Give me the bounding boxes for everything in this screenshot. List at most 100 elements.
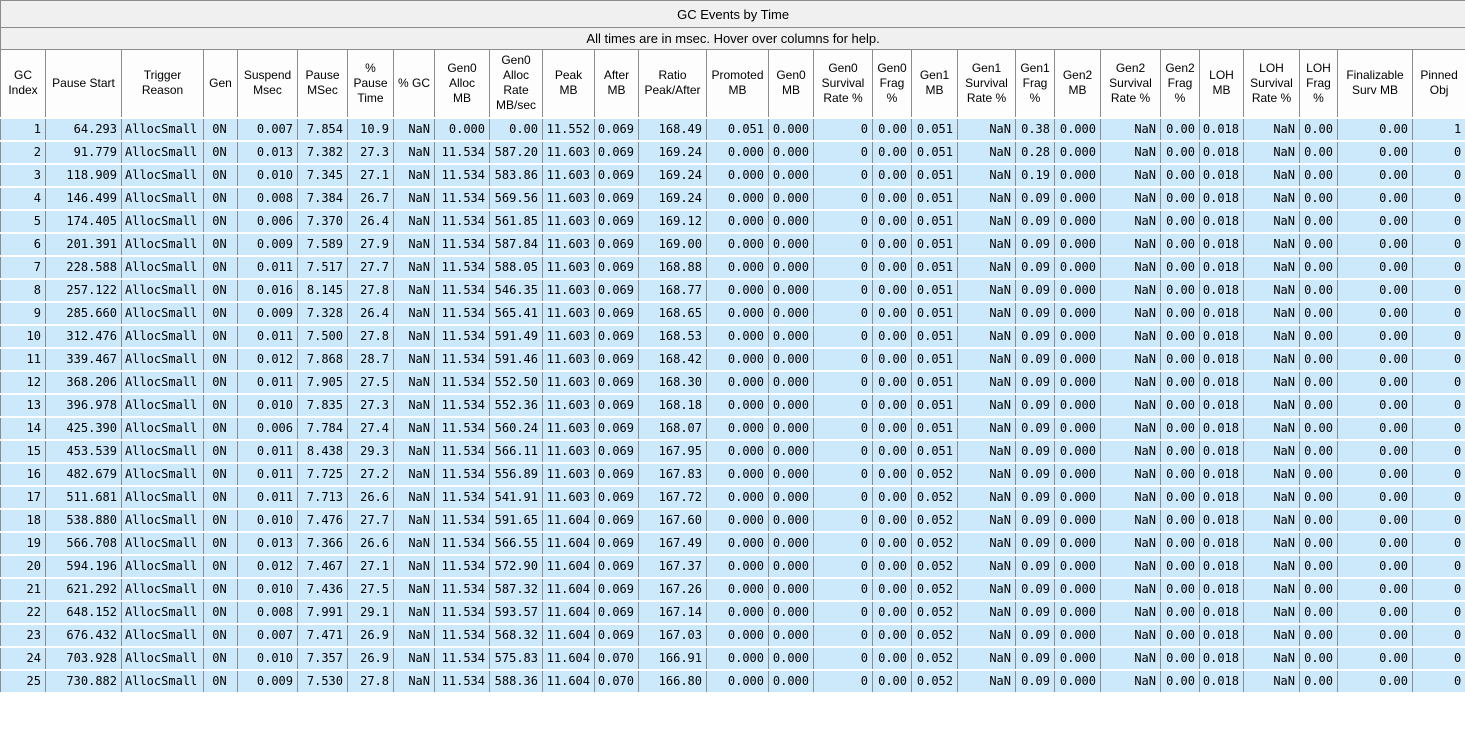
table-cell: NaN <box>393 599 435 624</box>
table-cell: 0.012 <box>237 346 298 371</box>
table-cell: NaN <box>957 116 1016 141</box>
table-cell: 23 <box>0 622 46 647</box>
table-cell: NaN <box>393 507 435 532</box>
table-cell: NaN <box>1243 116 1300 141</box>
table-cell: AllocSmall <box>121 300 204 325</box>
table-cell: 0.000 <box>1054 231 1101 256</box>
column-header: Trigger Reason <box>121 49 204 118</box>
table-cell: NaN <box>1100 530 1161 555</box>
table-cell: 7.784 <box>297 415 348 440</box>
table-cell: 0N <box>203 323 238 348</box>
table-cell: NaN <box>1100 231 1161 256</box>
table-row: 23 676.432 AllocSmall 0N 0.007 7.471 26.9 NaN 11… <box>0 622 1465 647</box>
table-cell: 0.00 <box>1160 185 1200 210</box>
table-cell: 0 <box>1411 300 1465 325</box>
table-cell: 0.051 <box>911 208 958 233</box>
table-cell: 0.051 <box>911 185 958 210</box>
table-cell: 0.018 <box>1199 300 1244 325</box>
table-cell: NaN <box>957 645 1016 670</box>
table-cell: 27.9 <box>347 231 394 256</box>
table-cell: 7.436 <box>297 576 348 601</box>
table-cell: 0.00 <box>1160 208 1200 233</box>
table-cell: 0.00 <box>1160 576 1200 601</box>
table-cell: 0.011 <box>237 438 298 463</box>
table-cell: 0.018 <box>1199 599 1244 624</box>
table-cell: 285.660 <box>45 300 122 325</box>
table-cell: AllocSmall <box>121 346 204 371</box>
table-cell: NaN <box>1100 208 1161 233</box>
table-cell: 27.7 <box>347 254 394 279</box>
table-cell: 561.85 <box>489 208 543 233</box>
table-cell: 7.589 <box>297 231 348 256</box>
table-cell: 0N <box>203 208 238 233</box>
table-cell: 0 <box>1411 254 1465 279</box>
table-cell: 11.604 <box>542 668 595 693</box>
table-cell: 0N <box>203 185 238 210</box>
column-header: Finalizable Surv MB <box>1337 49 1413 118</box>
table-cell: 0.00 <box>872 277 912 302</box>
table-cell: NaN <box>393 668 435 693</box>
table-cell: 0.000 <box>1054 553 1101 578</box>
table-cell: AllocSmall <box>121 622 204 647</box>
table-cell: 0 <box>1411 415 1465 440</box>
table-cell: 594.196 <box>45 553 122 578</box>
table-cell: 0.000 <box>706 277 769 302</box>
table-cell: 0.00 <box>872 116 912 141</box>
gc-events-table: GC Events by Time All times are in msec.… <box>0 0 1465 693</box>
table-cell: 15 <box>0 438 46 463</box>
table-cell: 0.00 <box>1337 116 1413 141</box>
table-cell: 0.000 <box>1054 254 1101 279</box>
table-cell: 26.7 <box>347 185 394 210</box>
table-row: 15 453.539 AllocSmall 0N 0.011 8.438 29.3 NaN 11… <box>0 438 1465 463</box>
table-cell: 0.00 <box>1337 668 1413 693</box>
table-cell: 0.00 <box>1299 300 1338 325</box>
table-cell: 0.010 <box>237 507 298 532</box>
table-cell: 0 <box>1411 507 1465 532</box>
table-cell: 27.5 <box>347 576 394 601</box>
table-cell: 0.00 <box>1337 530 1413 555</box>
table-cell: 339.467 <box>45 346 122 371</box>
table-cell: 11.603 <box>542 231 595 256</box>
table-cell: 0.00 <box>1337 599 1413 624</box>
table-cell: 11.534 <box>434 162 490 187</box>
table-cell: NaN <box>1100 553 1161 578</box>
table-cell: 0.018 <box>1199 231 1244 256</box>
table-cell: NaN <box>1100 116 1161 141</box>
table-cell: 11.552 <box>542 116 595 141</box>
table-cell: 7.530 <box>297 668 348 693</box>
table-cell: NaN <box>1243 553 1300 578</box>
table-cell: 6 <box>0 231 46 256</box>
table-cell: 0.00 <box>872 254 912 279</box>
table-cell: 0N <box>203 622 238 647</box>
table-cell: 0.00 <box>872 185 912 210</box>
table-cell: 7.854 <box>297 116 348 141</box>
table-cell: 11.534 <box>434 185 490 210</box>
table-cell: 569.56 <box>489 185 543 210</box>
table-cell: 0.000 <box>768 277 814 302</box>
table-cell: 0.09 <box>1015 599 1055 624</box>
table-cell: 0.000 <box>1054 346 1101 371</box>
table-cell: 0.006 <box>237 208 298 233</box>
column-header: Pause Start <box>45 49 122 118</box>
table-cell: 0.018 <box>1199 323 1244 348</box>
table-cell: 11.534 <box>434 415 490 440</box>
table-cell: 11.603 <box>542 300 595 325</box>
table-cell: 0N <box>203 254 238 279</box>
table-cell: 0 <box>1411 668 1465 693</box>
table-cell: 11.603 <box>542 185 595 210</box>
table-cell: 312.476 <box>45 323 122 348</box>
table-cell: 0.052 <box>911 553 958 578</box>
table-cell: 0 <box>1411 185 1465 210</box>
gc-events-report: GC Events by Time All times are in msec.… <box>0 0 1465 693</box>
table-cell: 11.603 <box>542 208 595 233</box>
table-cell: 168.53 <box>638 323 707 348</box>
table-cell: 64.293 <box>45 116 122 141</box>
table-cell: NaN <box>957 369 1016 394</box>
table-cell: 0.000 <box>706 438 769 463</box>
table-cell: 0.051 <box>911 323 958 348</box>
table-cell: NaN <box>957 162 1016 187</box>
table-cell: 0.00 <box>1337 507 1413 532</box>
table-cell: 0.051 <box>911 346 958 371</box>
table-cell: NaN <box>1243 277 1300 302</box>
table-cell: 7.370 <box>297 208 348 233</box>
